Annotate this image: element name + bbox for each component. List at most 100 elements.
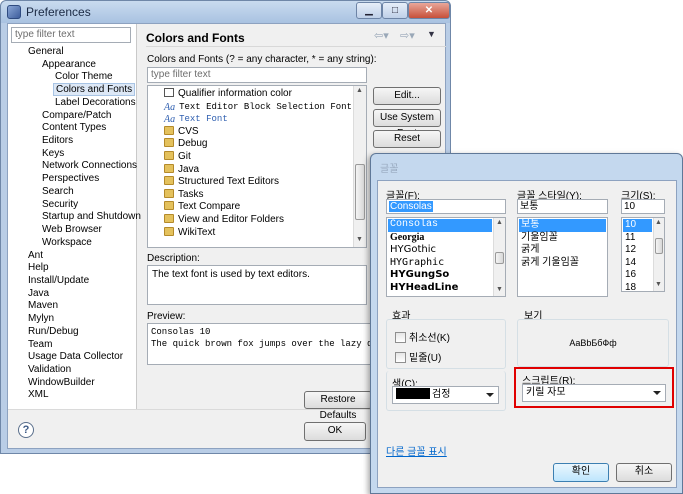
font-size-list-item[interactable]: 12: [623, 244, 652, 257]
colors-fonts-tree[interactable]: Qualifier information color Aa Text Editor…: [147, 85, 367, 248]
script-select[interactable]: 키릴 자모: [522, 384, 666, 402]
tree-item-java[interactable]: Java: [28, 287, 49, 300]
font-style-input[interactable]: 보통: [517, 199, 608, 214]
maximize-button[interactable]: □: [382, 2, 408, 19]
tree-item-startup-and-shutdown[interactable]: Startup and Shutdown: [42, 210, 141, 223]
tree-item-general[interactable]: General: [28, 45, 64, 58]
font-style-list-item[interactable]: 기울임꼴: [519, 232, 606, 245]
scroll-down-icon[interactable]: ▼: [356, 236, 363, 243]
font-list-item[interactable]: Git: [164, 151, 191, 164]
font-style-list-item[interactable]: 보통: [519, 219, 606, 232]
tree-item-ant[interactable]: Ant: [28, 249, 43, 262]
font-family-list-item[interactable]: Georgia: [388, 232, 492, 245]
tree-item-compare-patch[interactable]: Compare/Patch: [42, 109, 111, 122]
tree-item-help[interactable]: Help: [28, 261, 49, 274]
scroll-up-icon[interactable]: ▲: [655, 219, 662, 226]
font-ok-button[interactable]: 확인: [553, 463, 609, 482]
font-list-item[interactable]: Java: [164, 163, 199, 177]
tree-item-color-theme[interactable]: Color Theme: [55, 70, 113, 83]
font-cancel-button[interactable]: 취소: [616, 463, 672, 482]
tree-item-network-connections[interactable]: Network Connections: [42, 159, 137, 172]
tree-item-web-browser[interactable]: Web Browser: [42, 223, 102, 236]
font-list-item[interactable]: Aa Text Font: [164, 113, 228, 126]
scroll-down-icon[interactable]: ▼: [496, 286, 503, 293]
font-list-item[interactable]: Aa Text Editor Block Selection Font: [164, 101, 352, 114]
font-list-item[interactable]: WikiText: [164, 226, 215, 240]
preferences-title-bar[interactable]: Preferences ▁ □ ✕: [1, 1, 450, 23]
tree-item-workspace[interactable]: Workspace: [42, 236, 92, 249]
scroll-thumb[interactable]: [355, 164, 365, 220]
font-size-list-item[interactable]: 10: [623, 219, 652, 232]
tree-filter-input[interactable]: type filter text: [11, 27, 131, 43]
underline-option[interactable]: 밑줄(U): [395, 349, 441, 364]
forward-arrow-icon[interactable]: ⇨▾: [400, 29, 415, 42]
font-family-list-item[interactable]: HYGothic: [388, 244, 492, 257]
use-system-font-button[interactable]: Use System Font: [373, 109, 441, 139]
tree-item-search[interactable]: Search: [42, 185, 74, 198]
strikeout-checkbox[interactable]: [395, 332, 406, 343]
font-size-list-item[interactable]: 18: [623, 282, 652, 292]
strikeout-option[interactable]: 취소선(K): [395, 329, 450, 344]
font-size-list[interactable]: ▲ ▼ 10111214161820: [621, 217, 665, 292]
reset-button[interactable]: Reset: [373, 130, 441, 148]
tree-item-security[interactable]: Security: [42, 198, 78, 211]
font-list-item[interactable]: Structured Text Editors: [164, 176, 279, 189]
tree-item-mylyn[interactable]: Mylyn: [28, 312, 54, 325]
tree-item-maven[interactable]: Maven: [28, 299, 58, 312]
scroll-up-icon[interactable]: ▲: [356, 87, 363, 94]
help-icon[interactable]: ?: [18, 422, 34, 438]
scroll-down-icon[interactable]: ▼: [655, 281, 662, 288]
scroll-up-icon[interactable]: ▲: [496, 219, 503, 226]
tree-item-validation[interactable]: Validation: [28, 363, 71, 376]
font-list-item[interactable]: Tasks: [164, 188, 204, 202]
font-list-item[interactable]: Qualifier information color: [164, 88, 292, 101]
font-size-input[interactable]: 10: [621, 199, 665, 214]
tree-item-perspectives[interactable]: Perspectives: [42, 172, 99, 185]
tree-item-windowbuilder[interactable]: WindowBuilder: [28, 376, 95, 389]
tree-item-keys[interactable]: Keys: [42, 147, 64, 160]
tree-item-run-debug[interactable]: Run/Debug: [28, 325, 79, 338]
font-family-list-item[interactable]: HYGraphic: [388, 257, 492, 270]
font-family-list-item[interactable]: HYGungSo: [388, 269, 492, 282]
font-list-item[interactable]: View and Editor Folders: [164, 214, 284, 227]
ok-button[interactable]: OK: [304, 422, 366, 441]
show-more-fonts-link[interactable]: 다른 글꼴 표시: [386, 443, 447, 458]
tree-item-xml[interactable]: XML: [28, 388, 49, 401]
minimize-button[interactable]: ▁: [356, 2, 382, 19]
font-family-input[interactable]: Consolas: [386, 199, 506, 214]
tree-item-appearance[interactable]: Appearance: [42, 58, 96, 71]
font-family-scrollbar[interactable]: ▲ ▼: [493, 218, 505, 296]
close-button[interactable]: ✕: [408, 2, 450, 19]
font-style-list-item[interactable]: 굵게: [519, 244, 606, 257]
font-family-list-item[interactable]: Consolas: [388, 219, 492, 232]
font-family-list-item[interactable]: HYHeadLine: [388, 282, 492, 295]
tree-item-colors-and-fonts[interactable]: Colors and Fonts: [53, 83, 136, 97]
scroll-thumb[interactable]: [655, 238, 663, 254]
color-select[interactable]: 검정: [392, 386, 499, 404]
colors-fonts-scrollbar[interactable]: ▲ ▼: [353, 86, 366, 247]
font-family-list[interactable]: ▲ ▼ Consolas Georgia HYGothic HYGraphic HYGu…: [386, 217, 506, 297]
font-list-item[interactable]: Debug: [164, 138, 207, 151]
font-size-list-item[interactable]: 14: [623, 257, 652, 270]
font-size-list-item[interactable]: 11: [623, 232, 652, 245]
font-style-list[interactable]: 보통 기울임꼴 굵게 굵게 기울임꼴: [517, 217, 608, 297]
tree-item-label-decorations[interactable]: Label Decorations: [55, 96, 136, 109]
font-size-list-item[interactable]: 16: [623, 269, 652, 282]
font-list-item[interactable]: CVS: [164, 125, 199, 139]
view-menu-chevron-icon[interactable]: ▼: [427, 29, 436, 39]
tree-item-content-types[interactable]: Content Types: [42, 121, 106, 134]
tree-item-usage-data-collector[interactable]: Usage Data Collector: [28, 350, 123, 363]
restore-defaults-button[interactable]: Restore Defaults: [304, 391, 372, 421]
font-style-list-item[interactable]: 굵게 기울임꼴: [519, 257, 606, 270]
font-list-item[interactable]: Text Compare: [164, 201, 240, 214]
tree-item-editors[interactable]: Editors: [42, 134, 73, 147]
font-dialog-title-bar[interactable]: 글꼴: [371, 154, 682, 180]
tree-item-team[interactable]: Team: [28, 338, 52, 351]
scroll-thumb[interactable]: [495, 252, 504, 264]
back-arrow-icon[interactable]: ⇦▾: [374, 29, 389, 42]
tree-item-install-update[interactable]: Install/Update: [28, 274, 89, 287]
colors-fonts-filter-input[interactable]: type filter text: [147, 67, 367, 83]
edit-button[interactable]: Edit...: [373, 87, 441, 105]
underline-checkbox[interactable]: [395, 352, 406, 363]
font-size-scrollbar[interactable]: ▲ ▼: [653, 218, 664, 291]
